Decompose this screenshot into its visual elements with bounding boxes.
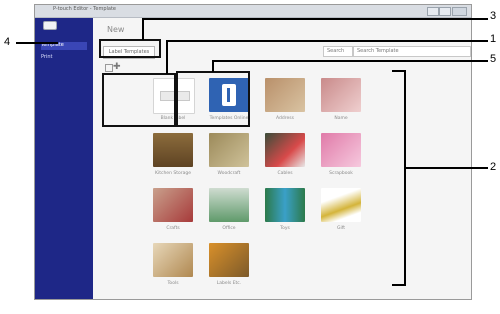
sidebar: Template Print xyxy=(35,18,93,299)
toys-thumb xyxy=(265,188,305,222)
tile-kitchen-storage[interactable]: Kitchen Storage xyxy=(145,133,201,185)
callout-3-leader-down xyxy=(142,18,144,40)
tile-cables[interactable]: Cables xyxy=(257,133,313,185)
back-arrow-icon[interactable] xyxy=(43,21,57,30)
labels-etc-thumb xyxy=(209,243,249,277)
title-bar: P-touch Editor - Template xyxy=(35,5,471,18)
tile-caption: Tools xyxy=(167,281,179,286)
crafts-thumb xyxy=(153,188,193,222)
callout-5-leader xyxy=(212,60,488,62)
callout-5-leader-down xyxy=(212,60,214,72)
callout-1-leader xyxy=(166,40,488,42)
tile-caption: Woodcraft xyxy=(217,171,241,176)
tile-caption: Labels Etc. xyxy=(216,281,242,286)
tile-name[interactable]: Name xyxy=(313,78,369,130)
search-input[interactable]: Search Template xyxy=(353,46,471,57)
address-thumb xyxy=(265,78,305,112)
kitchen-storage-thumb xyxy=(153,133,193,167)
tile-caption: Name xyxy=(334,116,348,121)
name-thumb xyxy=(321,78,361,112)
tile-woodcraft[interactable]: Woodcraft xyxy=(201,133,257,185)
tile-caption: Gift xyxy=(336,226,345,231)
maximize-button[interactable] xyxy=(439,7,451,16)
tile-crafts[interactable]: Crafts xyxy=(145,188,201,240)
tile-caption: Scrapbook xyxy=(329,171,353,176)
callout-2-bracket-bottom xyxy=(392,284,406,286)
callout-3-box xyxy=(99,39,161,58)
callout-2-leader xyxy=(406,167,488,169)
view-toggle-icon[interactable] xyxy=(105,64,113,72)
callout-5-number: 5 xyxy=(490,53,497,65)
cables-thumb xyxy=(265,133,305,167)
tools-thumb xyxy=(153,243,193,277)
scrapbook-thumb xyxy=(321,133,361,167)
sidebar-item-label: Print xyxy=(41,54,53,60)
page-title: New xyxy=(107,25,125,34)
callout-4-leader xyxy=(16,42,58,44)
callout-2-number: 2 xyxy=(490,161,497,173)
callout-1-leader-down xyxy=(166,40,168,74)
callout-2-bracket-top xyxy=(392,70,406,72)
close-button[interactable] xyxy=(452,7,467,16)
tile-toys[interactable]: Toys xyxy=(257,188,313,240)
callout-3-leader xyxy=(142,18,488,20)
tile-caption: Office xyxy=(222,226,236,231)
callout-4-number: 4 xyxy=(4,36,11,48)
woodcraft-thumb xyxy=(209,133,249,167)
callout-2-bracket xyxy=(404,70,406,286)
minimize-button[interactable] xyxy=(427,7,439,16)
callout-1-box xyxy=(102,73,176,127)
tile-caption: Kitchen Storage xyxy=(155,171,191,176)
office-thumb xyxy=(209,188,249,222)
tile-address[interactable]: Address xyxy=(257,78,313,130)
callout-1-number: 1 xyxy=(490,33,497,45)
add-icon[interactable]: ✚ xyxy=(113,63,121,72)
tile-office[interactable]: Office xyxy=(201,188,257,240)
tile-tools[interactable]: Tools xyxy=(145,243,201,295)
tile-caption: Cables xyxy=(277,171,293,176)
tile-labels-etc[interactable]: Labels Etc. xyxy=(201,243,257,295)
sidebar-item-print[interactable]: Print xyxy=(41,54,87,62)
gift-thumb xyxy=(321,188,361,222)
tile-caption: Crafts xyxy=(166,226,180,231)
tile-caption: Address xyxy=(276,116,294,121)
tile-gift[interactable]: Gift xyxy=(313,188,369,240)
window-title: P-touch Editor - Template xyxy=(53,6,117,12)
callout-5-box xyxy=(176,71,250,127)
callout-3-number: 3 xyxy=(490,10,497,22)
tile-scrapbook[interactable]: Scrapbook xyxy=(313,133,369,185)
tile-caption: Toys xyxy=(280,226,290,231)
search-dropdown[interactable]: Search xyxy=(323,46,353,57)
